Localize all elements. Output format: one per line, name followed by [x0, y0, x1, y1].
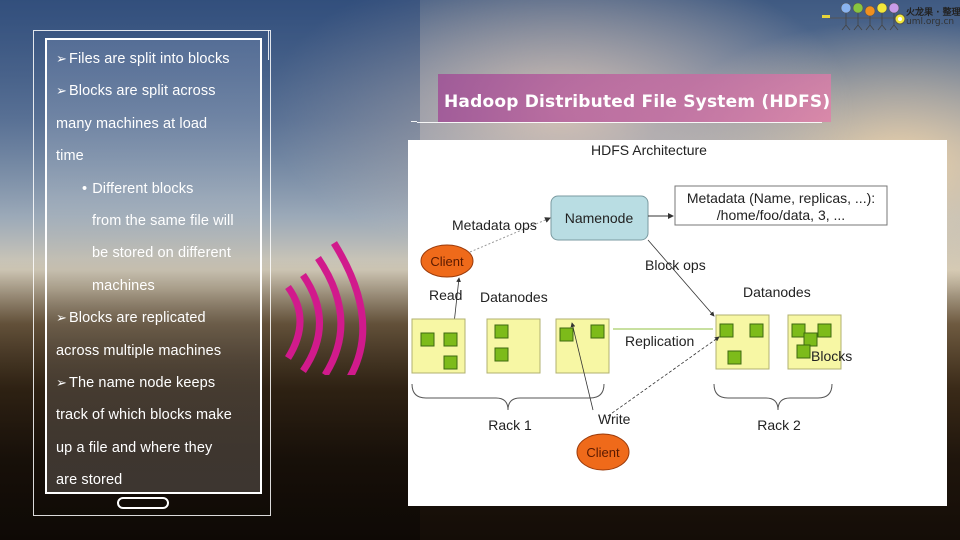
write-label: Write — [598, 411, 631, 427]
bullet-line: • Different blocks — [56, 173, 266, 205]
bullet-text: Blocks are split across — [69, 83, 216, 100]
metadata-ops-label: Metadata ops — [452, 217, 537, 233]
phone-side-edge — [268, 30, 269, 60]
logo-figure — [876, 2, 888, 31]
datanodes-left-label: Datanodes — [480, 289, 548, 305]
client-bottom-label: Client — [586, 445, 620, 460]
block-ops-label: Block ops — [645, 257, 706, 273]
bullet-text: time — [56, 148, 84, 165]
bullet-line: machines — [56, 270, 266, 302]
rack2-brace — [713, 383, 833, 411]
bullet-arrow-icon: ➢ — [56, 83, 67, 99]
bullet-text: Files are split into blocks — [69, 51, 230, 67]
bullet-line: many machines at load — [56, 108, 266, 140]
client-top-label: Client — [430, 254, 464, 269]
block-ops-arrow — [647, 239, 715, 317]
bullet-line: across multiple machines — [56, 335, 266, 367]
wave-1 — [285, 284, 304, 360]
bullet-line: from the same file will — [56, 205, 266, 237]
datanodes-right-label: Datanodes — [743, 284, 811, 300]
wireless-waves-icon — [285, 241, 367, 375]
bullet-text: be stored on different — [92, 245, 231, 262]
replication-label: Replication — [625, 333, 694, 349]
logo-figure — [852, 2, 864, 31]
bullet-line: are stored — [56, 464, 266, 496]
bullet-arrow-icon: ➢ — [56, 310, 67, 326]
bullet-line: track of which blocks make — [56, 399, 266, 431]
bullet-text: Blocks are replicated — [69, 310, 206, 327]
datanode-box — [715, 314, 770, 370]
data-block — [817, 323, 832, 338]
data-block — [590, 324, 605, 339]
bullet-line: be stored on different — [56, 237, 266, 269]
bullet-arrow-icon: ➢ — [56, 374, 67, 390]
metadata-line-1: Metadata (Name, replicas, ...): — [687, 190, 875, 206]
bullet-text: The name node keeps — [69, 374, 216, 391]
bullet-line: ➢ Files are split into blocks — [56, 43, 266, 75]
wave-2 — [300, 273, 323, 373]
data-block — [559, 327, 574, 342]
title-underline — [417, 122, 822, 123]
bullet-line: ➢ The name node keeps — [56, 367, 266, 399]
data-block — [494, 324, 509, 339]
bullet-text: machines — [92, 277, 155, 294]
data-block — [791, 323, 806, 338]
bullet-text: many machines at load — [56, 115, 208, 132]
bullet-line: ➢ Blocks are replicated — [56, 302, 266, 334]
diagram-title: HDFS Architecture — [591, 142, 707, 158]
data-block — [749, 323, 764, 338]
bullet-text: across multiple machines — [56, 342, 222, 359]
phone-home-button — [117, 497, 169, 509]
bullet-line: ➢ Blocks are split across — [56, 75, 266, 107]
rack1-label: Rack 1 — [488, 417, 532, 433]
data-block — [803, 332, 818, 347]
bullet-dot-icon: • — [82, 180, 88, 197]
data-block — [420, 332, 435, 347]
bullet-line: time — [56, 140, 266, 172]
slide-title: Hadoop Distributed File System (HDFS) — [444, 92, 831, 112]
datanode-box — [411, 318, 466, 374]
datanode-box — [486, 318, 541, 374]
rack2-label: Rack 2 — [757, 417, 801, 433]
bullet-line: up a file and where they — [56, 432, 266, 464]
bullet-text: from the same file will — [92, 212, 234, 229]
data-block — [719, 323, 734, 338]
blocks-label: Blocks — [811, 348, 852, 364]
bullet-text: Different blocks — [92, 180, 194, 197]
bullet-text: track of which blocks make — [56, 407, 232, 424]
data-block — [796, 344, 811, 359]
read-label: Read — [429, 287, 462, 303]
metadata-line-2: /home/foo/data, 3, ... — [717, 207, 845, 223]
bullet-text: are stored — [56, 472, 123, 489]
namenode-label: Namenode — [565, 210, 634, 226]
bullet-list: ➢ Files are split into blocks ➢ Blocks are … — [56, 43, 266, 496]
data-block — [443, 355, 458, 370]
logo-url-text: uml.org.cn — [906, 17, 955, 27]
bullet-arrow-icon: ➢ — [56, 51, 67, 66]
bullet-text: up a file and where they — [56, 439, 213, 456]
data-block — [443, 332, 458, 347]
hdfs-architecture-diagram: HDFS Architecture Namenode Metadata (Nam… — [408, 140, 947, 506]
rack1-brace — [411, 383, 605, 411]
data-block — [727, 350, 742, 365]
logo-figure — [840, 2, 852, 31]
data-block — [494, 347, 509, 362]
